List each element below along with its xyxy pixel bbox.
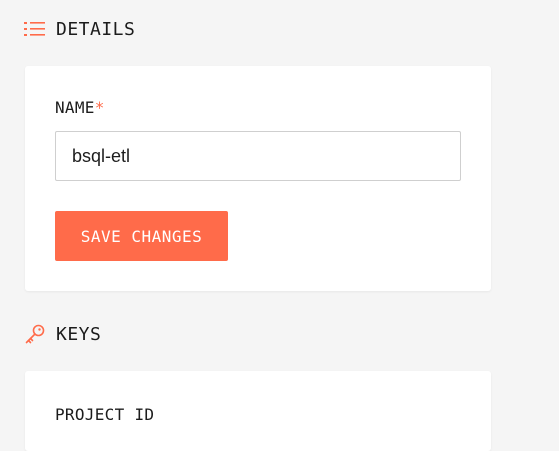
keys-section-header: KEYS (24, 323, 101, 345)
details-card: NAME* SAVE CHANGES (25, 66, 491, 291)
name-label-text: NAME (55, 98, 95, 117)
key-icon (24, 323, 46, 345)
project-id-label: PROJECT ID (55, 405, 155, 424)
save-changes-button[interactable]: SAVE CHANGES (55, 211, 228, 261)
name-input[interactable] (55, 131, 461, 181)
keys-card: PROJECT ID (25, 371, 491, 451)
name-label: NAME* (55, 98, 105, 117)
keys-title: KEYS (56, 323, 102, 345)
required-marker: * (94, 98, 105, 117)
list-icon (24, 18, 46, 40)
details-title: DETAILS (56, 18, 136, 40)
details-section-header: DETAILS (24, 18, 135, 40)
